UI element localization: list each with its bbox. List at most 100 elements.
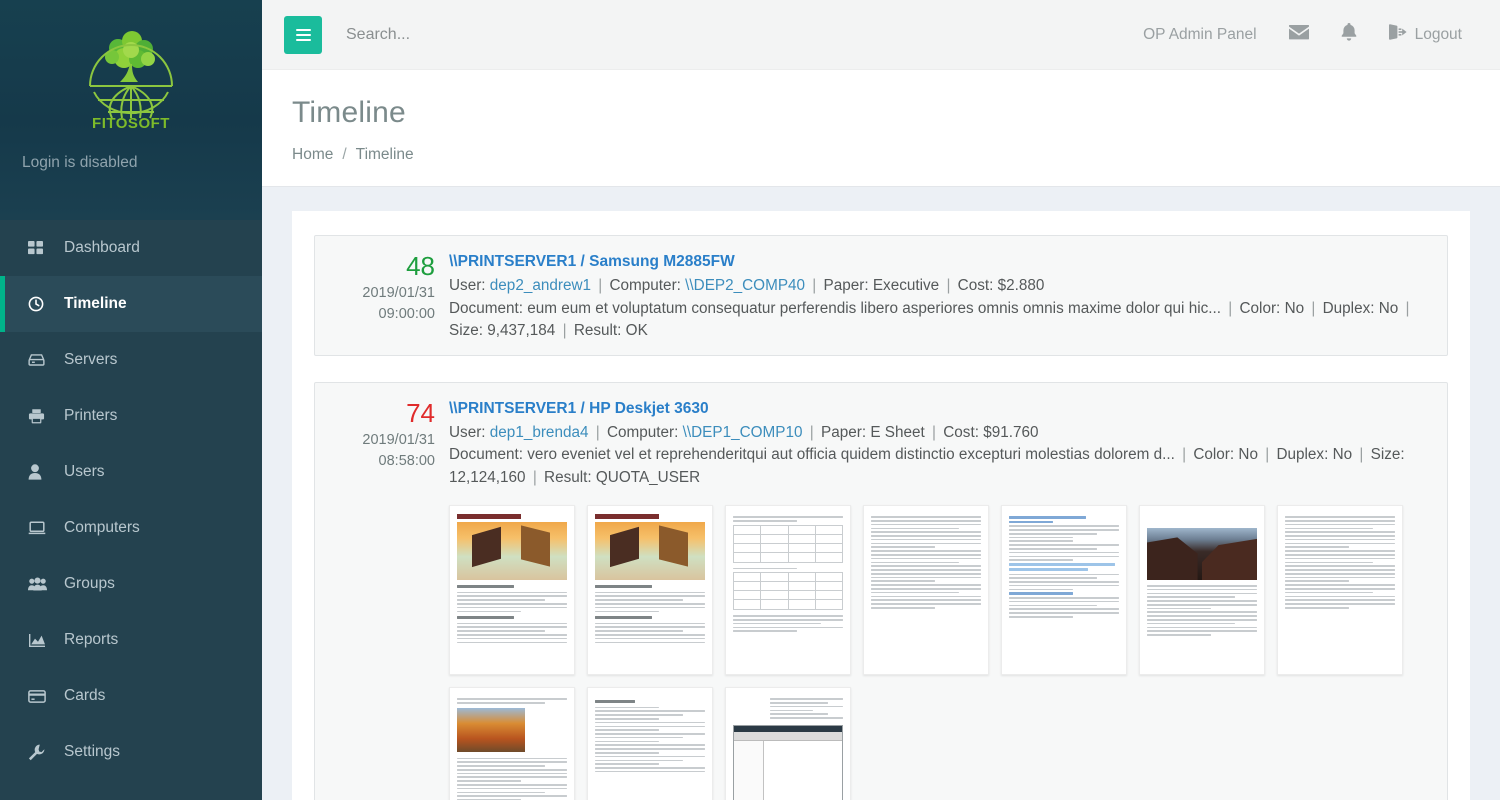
sidebar-item-label: Dashboard <box>64 239 140 257</box>
pipe-separator: | <box>932 423 936 441</box>
color-label: Color: <box>1239 299 1281 317</box>
computer-link[interactable]: \\DEP2_COMP40 <box>685 277 805 294</box>
document-page-preview-2[interactable] <box>587 505 713 675</box>
color-value: No <box>1284 299 1305 317</box>
job-title: \\PRINTSERVER1 / HP Deskjet 3630 <box>449 398 1431 419</box>
document-page-preview-9[interactable] <box>587 687 713 800</box>
job-date: 2019/01/31 <box>362 285 435 301</box>
sidebar-item-groups[interactable]: Groups <box>0 556 262 612</box>
job-count: 74 <box>406 397 435 428</box>
messages-button[interactable] <box>1273 0 1325 70</box>
document-page-preview-1[interactable] <box>449 505 575 675</box>
admin-panel-label: OP Admin Panel <box>1143 25 1257 43</box>
computer-label: Computer: <box>606 423 679 441</box>
timeline-item-body: \\PRINTSERVER1 / Samsung M2885FW User: d… <box>449 250 1431 343</box>
computer-label: Computer: <box>609 277 681 294</box>
timeline-item-left: 48 2019/01/31 09:00:00 <box>331 250 449 324</box>
sidebar-item-label: Printers <box>64 407 118 425</box>
document-preview-gallery <box>449 505 1431 800</box>
sidebar-header: FITOSOFT Login is disabled <box>0 0 262 220</box>
document-label: Document: <box>449 299 523 317</box>
sidebar-item-label: Users <box>64 463 105 481</box>
table-row[interactable]: 48 2019/01/31 09:00:00 \\PRINTSERVER1 / … <box>314 235 1448 356</box>
server-name[interactable]: \\PRINTSERVER1 <box>449 400 576 417</box>
groups-icon <box>28 575 54 593</box>
sidebar-item-settings[interactable]: Settings <box>0 724 262 780</box>
breadcrumb-separator: / <box>342 146 347 163</box>
document-page-preview-8[interactable] <box>449 687 575 800</box>
sidebar-item-dashboard[interactable]: Dashboard <box>0 220 262 276</box>
document-page-preview-5[interactable] <box>1001 505 1127 675</box>
sidebar-item-label: Reports <box>64 631 119 649</box>
timeline-item-left: 74 2019/01/31 08:58:00 <box>331 397 449 471</box>
screenshot-preview <box>733 724 843 800</box>
admin-panel-link[interactable]: OP Admin Panel <box>1127 0 1272 70</box>
sidebar-item-users[interactable]: Users <box>0 444 262 500</box>
logo: FITOSOFT <box>76 26 186 138</box>
job-title: \\PRINTSERVER1 / Samsung M2885FW <box>449 251 1431 272</box>
user-link[interactable]: dep2_andrew1 <box>490 277 591 294</box>
job-meta-line-1: User: dep2_andrew1 | Computer: \\DEP2_CO… <box>449 275 1431 298</box>
timeline-panel: 48 2019/01/31 09:00:00 \\PRINTSERVER1 / … <box>292 211 1470 800</box>
sidebar-item-label: Timeline <box>64 295 127 313</box>
job-meta-line-1: User: dep1_brenda4 | Computer: \\DEP1_CO… <box>449 422 1431 445</box>
envelope-icon <box>1288 24 1309 45</box>
pipe-separator: | <box>598 277 603 294</box>
sidebar-item-timeline[interactable]: Timeline <box>0 276 262 332</box>
paper-value: E Sheet <box>870 423 925 441</box>
page-body: 48 2019/01/31 09:00:00 \\PRINTSERVER1 / … <box>262 187 1500 800</box>
table-row[interactable]: 74 2019/01/31 08:58:00 \\PRINTSERVER1 / … <box>314 381 1448 800</box>
user-label: User: <box>449 423 486 441</box>
printer-name[interactable]: HP Deskjet 3630 <box>589 400 709 417</box>
color-label: Color: <box>1193 446 1235 463</box>
document-page-preview-4[interactable] <box>863 505 989 675</box>
sidebar-item-label: Computers <box>64 519 140 537</box>
sidebar-item-reports[interactable]: Reports <box>0 612 262 668</box>
dashboard-icon <box>28 239 54 257</box>
title-separator: / <box>580 399 585 417</box>
sidebar-item-cards[interactable]: Cards <box>0 668 262 724</box>
job-meta-line-2: Document: vero eveniet vel et reprehende… <box>449 444 1431 489</box>
computer-link[interactable]: \\DEP1_COMP10 <box>683 424 803 441</box>
document-value: eum eum et voluptatum consequatur perfer… <box>527 299 1222 317</box>
chart-icon <box>28 631 54 649</box>
document-page-preview-6[interactable] <box>1139 505 1265 675</box>
user-icon <box>28 463 54 481</box>
document-page-preview-7[interactable] <box>1277 505 1403 675</box>
pipe-separator: | <box>532 468 537 486</box>
job-time: 08:58:00 <box>378 452 435 469</box>
server-name[interactable]: \\PRINTSERVER1 <box>449 253 576 270</box>
sidebar-item-computers[interactable]: Computers <box>0 500 262 556</box>
sidebar-item-servers[interactable]: Servers <box>0 332 262 388</box>
search-input[interactable] <box>344 14 664 55</box>
cost-value: $91.760 <box>983 423 1039 441</box>
app-root: FITOSOFT Login is disabled Dashboard Tim… <box>0 0 1500 800</box>
page-title: Timeline <box>292 96 406 129</box>
document-page-preview-10[interactable] <box>725 687 851 800</box>
cost-value: $2.880 <box>997 277 1045 294</box>
sidebar-item-label: Settings <box>64 743 121 761</box>
paper-label: Paper: <box>823 277 869 294</box>
pipe-separator: | <box>562 322 567 339</box>
sidebar: FITOSOFT Login is disabled Dashboard Tim… <box>0 0 262 800</box>
breadcrumb-home[interactable]: Home <box>292 146 333 164</box>
logout-button[interactable]: Logout <box>1373 0 1478 70</box>
page-header: Timeline Home / Timeline <box>262 70 1500 187</box>
server-icon <box>28 351 54 369</box>
document-page-preview-3[interactable] <box>725 505 851 675</box>
sidebar-item-printers[interactable]: Printers <box>0 388 262 444</box>
paper-label: Paper: <box>821 423 867 441</box>
printer-name[interactable]: Samsung M2885FW <box>589 253 735 270</box>
pipe-separator: | <box>1311 299 1316 317</box>
result-value: OK <box>625 322 648 339</box>
bell-icon <box>1341 23 1357 46</box>
result-label: Result: <box>544 468 592 486</box>
card-icon <box>28 687 54 705</box>
timeline-item-body: \\PRINTSERVER1 / HP Deskjet 3630 User: d… <box>449 397 1431 800</box>
user-link[interactable]: dep1_brenda4 <box>490 424 589 441</box>
hamburger-icon <box>295 26 311 44</box>
pipe-separator: | <box>809 423 814 441</box>
menu-toggle-button[interactable] <box>284 15 322 54</box>
notifications-button[interactable] <box>1325 0 1373 70</box>
clock-icon <box>28 295 54 313</box>
